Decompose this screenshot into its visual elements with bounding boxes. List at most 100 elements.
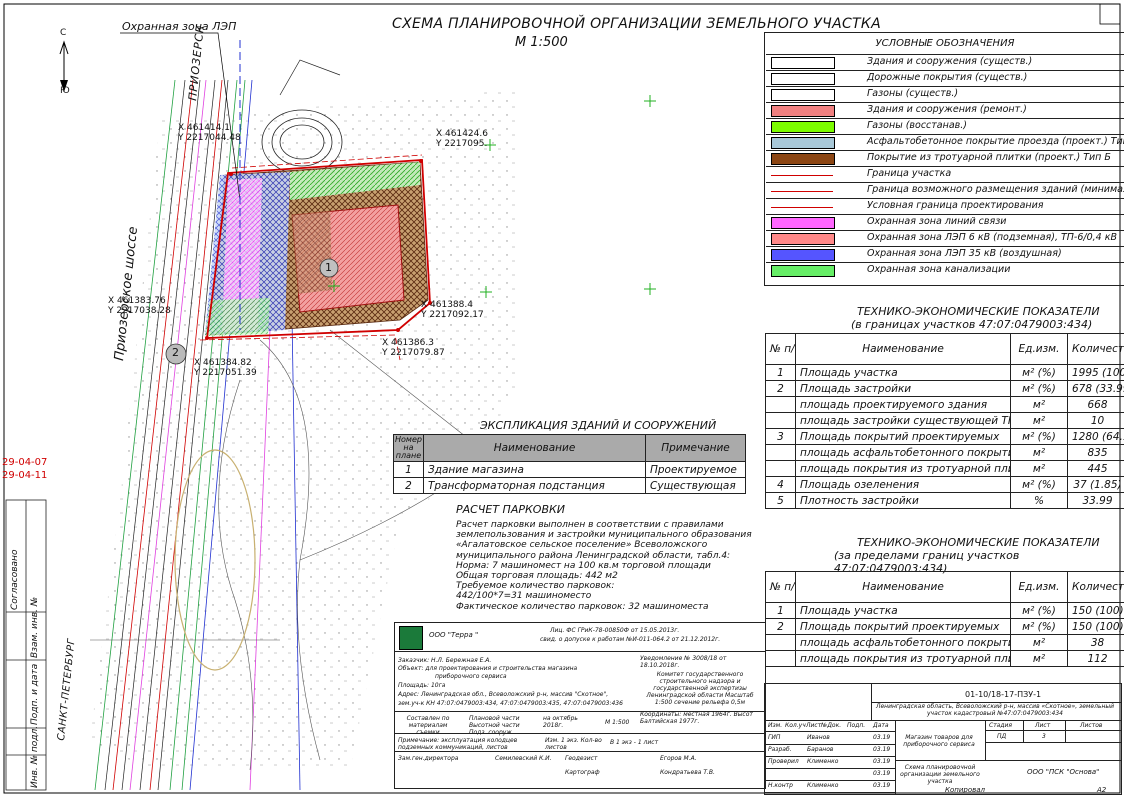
coord-y: Y 2217051.39	[194, 368, 257, 378]
legend-item: Асфальтобетонное покрытие проезда (проек…	[766, 134, 1124, 151]
sheet-head: Лист	[1035, 722, 1051, 729]
side-stamp-sign-date: Подп. и дата	[30, 663, 40, 725]
table-cell: 38	[1067, 634, 1124, 651]
table-cell: м² (%)	[1010, 380, 1068, 397]
building-1-number: 1	[325, 261, 332, 274]
tb-person-role: ГИП	[768, 734, 781, 741]
header-cell: Ед.изм.	[1010, 333, 1068, 365]
table-cell	[765, 634, 796, 651]
place: Ленинградская область, Всеволожский р-н,…	[875, 703, 1115, 717]
parking-line: Фактическое количество парковок: 32 маши…	[456, 601, 709, 612]
table-row: площадь покрытия из тротуарной плитки м² 4…	[765, 460, 1124, 477]
table-cell: 1280 (64.16)	[1067, 428, 1124, 445]
tep2-table: № п/п Наименование Ед.изм. Количество 1П…	[765, 571, 1124, 667]
table-row: 3 Площадь покрытий проектируемых м² (%) 128…	[765, 428, 1124, 445]
header-cell: Ед.изм.	[1010, 571, 1068, 603]
table-row: площадь покрытия из тротуарной плитки м² 1…	[765, 650, 1124, 667]
explication-table: Номер на плане Наименование Примечание 1…	[393, 434, 746, 494]
coord-y: Y 2217079.87	[382, 348, 445, 358]
legend-label: Охранная зона ЛЭП 6 кВ (подземная), ТП-6…	[867, 232, 1117, 243]
parking-title: РАСЧЕТ ПАРКОВКИ	[456, 503, 566, 516]
legend-label: Газоны (восстанав.)	[867, 120, 967, 131]
legend-swatch-icon	[771, 121, 835, 133]
header-cell: Примечание	[645, 434, 746, 462]
company-logo	[399, 626, 423, 650]
table-cell: м² (%)	[1010, 618, 1068, 635]
legend-label: Охранная зона канализации	[867, 264, 1011, 275]
legend-label: Газоны (существ.)	[867, 88, 959, 99]
header-cell: Наименование	[423, 434, 646, 462]
object: Объект: для проектирования и строительст…	[398, 665, 578, 672]
table-cell: Площадь участка	[795, 364, 1011, 381]
tb-person-role: Проверил	[768, 758, 799, 765]
legend-item: Здания и сооружения (ремонт.)	[766, 102, 1124, 119]
legend-swatch-icon	[771, 249, 835, 261]
table-cell: Проектируемое	[645, 461, 746, 478]
south-label: Ю	[60, 86, 70, 96]
legend-label: Асфальтобетонное покрытие проезда (проек…	[867, 136, 1124, 147]
tb-person-date: 03.19	[873, 734, 891, 741]
table-cell: м² (%)	[1010, 428, 1068, 445]
tep1-subtitle: (в границах участков 47:07:0479003:434)	[851, 318, 1093, 331]
legend-item: Газоны (существ.)	[766, 86, 1124, 103]
table-cell: м²	[1010, 412, 1068, 429]
coord-x: X 461424.6	[436, 129, 488, 139]
table-header-row: Номер на плане Наименование Примечание	[393, 434, 746, 462]
table-cell: 1	[765, 364, 796, 381]
table-header-row: № п/п Наименование Ед.изм. Количество	[765, 571, 1124, 603]
survey-stamp: ООО "Терра " Лиц. ФС ГРиК-78-00850Ф от 1…	[394, 622, 766, 789]
tb-head: Лист	[806, 722, 822, 729]
table-cell: 1	[765, 602, 796, 619]
table-cell	[765, 396, 796, 413]
drawing-title: СХЕМА ПЛАНИРОВОЧНОЙ ОРГАНИЗАЦИИ ЗЕМЕЛЬНО…	[392, 16, 882, 32]
coord-label: X 461384.82 Y 2217051.39	[194, 358, 257, 378]
north-label: С	[60, 28, 67, 38]
tb-person-date: 03.19	[873, 758, 891, 765]
table-cell: Здание магазина	[423, 461, 646, 478]
title-block: 01-10/18-17-ПЗУ-1 Ленинградская область,…	[764, 683, 1122, 795]
coord-y: Y 2217095.	[436, 139, 488, 149]
table-cell: м²	[1010, 650, 1068, 667]
table-cell: м²	[1010, 396, 1068, 413]
table-cell: м² (%)	[1010, 364, 1068, 381]
table-cell	[765, 412, 796, 429]
parking-line: Норма: 7 машиномест на 100 кв.м торговой…	[456, 560, 711, 571]
legend-item: Дорожные покрытия (существ.)	[766, 70, 1124, 87]
coord-y: Y 2217092.17	[421, 310, 484, 320]
coord-x: X 461386.3	[382, 338, 434, 348]
sheets-head: Листов	[1080, 722, 1103, 729]
tb-head: Подп.	[847, 722, 866, 729]
legend-label: Покрытие из тротуарной плитки (проект.) …	[867, 152, 1111, 163]
tb-head: Изм.	[768, 722, 783, 729]
legend-label: Охранная зона линий связи	[867, 216, 1007, 227]
table-cell: площадь асфальтобетонного покрытия проез…	[795, 634, 1011, 651]
tb-object: Магазин товаров для приборочного сервиса	[903, 734, 975, 748]
legend-swatch-icon	[771, 265, 835, 277]
parking-line: землепользования и застройки муниципальн…	[456, 530, 752, 541]
legend-label: Граница возможного размещения зданий (ми…	[867, 184, 1124, 195]
tb-person-role: Н.контр	[768, 782, 793, 789]
tb-head: Кол.уч	[785, 722, 806, 729]
table-cell: Площадь покрытий проектируемых	[795, 618, 1011, 635]
sign-name: Егоров М.А.	[660, 755, 697, 762]
sheet-count: В 1 экз - 1 лист	[610, 739, 659, 746]
table-cell: 2	[765, 380, 796, 397]
lep-zone-label: Охранная зона ЛЭП	[122, 20, 237, 33]
legend-label: Дорожные покрытия (существ.)	[867, 72, 1028, 83]
table-cell: 150 (100)	[1067, 602, 1124, 619]
parking-line: Расчет парковки выполнен в соответствии …	[456, 520, 724, 530]
header-cell: Наименование	[795, 571, 1011, 603]
sign-role: Геодезист	[565, 755, 598, 762]
side-stamp-inv-orig: Инв. № подл.	[30, 725, 40, 788]
coord-system: Координаты: местная 1964г. Высот Балтийс…	[640, 711, 753, 725]
table-cell: 2	[393, 477, 424, 494]
drawing-scale: М 1:500	[515, 35, 568, 50]
legend-item: Покрытие из тротуарной плитки (проект.) …	[766, 150, 1124, 167]
table-cell: 2	[765, 618, 796, 635]
table-cell: 150 (100)	[1067, 618, 1124, 635]
table-row: площадь асфальтобетонного покрытия проез…	[765, 634, 1124, 651]
customer: Заказчик: Н.Л. Бережная Е.А.	[398, 657, 492, 664]
coord-y: Y 2217038.28	[108, 306, 171, 316]
table-cell	[765, 460, 796, 477]
table-cell: 668	[1067, 396, 1124, 413]
